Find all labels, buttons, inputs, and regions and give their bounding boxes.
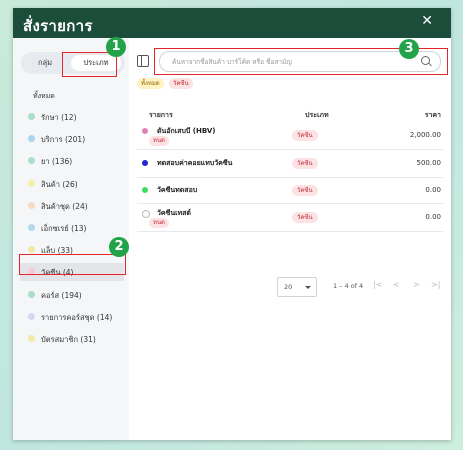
sidebar-category-item[interactable]: สินค้า (26) — [20, 175, 124, 193]
category-badge: วัคซีน — [292, 130, 318, 141]
col-header-price: ราคา — [424, 111, 441, 119]
item-color-dot — [142, 187, 148, 193]
sidebar-category-item[interactable]: เอ็กซเรย์ (13) — [20, 219, 124, 237]
category-badge: วัคซีน — [292, 212, 318, 223]
item-price: 500.00 — [416, 159, 442, 167]
all-categories-link[interactable]: ทั้งหมด — [33, 91, 55, 102]
category-color-dot — [28, 157, 35, 165]
item-price: 0.00 — [425, 213, 441, 221]
pagination: 20 1 – 4 of 4 |< < > >| — [129, 276, 451, 297]
page-range: 1 – 4 of 4 — [333, 282, 364, 290]
category-badge: วัคซีน — [292, 185, 318, 196]
category-label: รักษา (12) — [41, 113, 77, 122]
panel-toggle-icon[interactable] — [137, 55, 149, 67]
unit-badge: หนด — [149, 218, 169, 228]
item-color-dot — [142, 128, 148, 134]
annotation-badge-1: 1 — [106, 37, 126, 57]
category-color-dot — [28, 290, 35, 298]
chip-all[interactable]: ทั้งหมด — [137, 78, 164, 89]
sidebar-category-item[interactable]: บัตรสมาชิก (31) — [20, 330, 124, 348]
sidebar-category-item[interactable]: บริการ (201) — [20, 130, 124, 148]
sidebar-category-item[interactable]: คอร์ส (194) — [20, 286, 124, 304]
sidebar-category-item[interactable]: รายการคอร์สชุด (14) — [20, 308, 124, 326]
category-color-dot — [28, 246, 35, 254]
item-name: ทดสอบค่าคอยแทบวัคซีน — [157, 159, 233, 167]
table-row[interactable]: ดันอักเสบบี (HBV) หนด วัคซีน 2,000.00 — [137, 121, 443, 150]
category-label: สินค้าชุด (24) — [41, 201, 88, 211]
table-row[interactable]: วัคซีนทดสอบ วัคซีน 0.00 — [137, 177, 443, 204]
sidebar-category-item[interactable]: สินค้าชุด (24) — [20, 197, 124, 215]
annotation-badge-2: 2 — [109, 237, 129, 257]
category-color-dot — [28, 224, 35, 231]
page-size-value: 20 — [284, 283, 293, 291]
category-color-dot — [28, 312, 35, 320]
chip-filter[interactable]: วัคซีน — [169, 78, 193, 89]
item-color-dot — [142, 160, 148, 166]
annotation-box-1 — [62, 52, 117, 77]
first-page-button[interactable]: |< — [373, 280, 382, 289]
page-size-select[interactable]: 20 — [277, 277, 317, 297]
category-color-dot — [28, 113, 35, 120]
dialog-header: สั่งรายการ ✕ — [13, 8, 451, 38]
item-price: 2,000.00 — [409, 131, 441, 139]
category-color-dot — [28, 135, 35, 143]
next-page-button[interactable]: > — [413, 280, 420, 289]
category-color-dot — [28, 179, 35, 187]
table-row[interactable]: ทดสอบค่าคอยแทบวัคซีน วัคซีน 500.00 — [137, 149, 443, 178]
dialog-title: สั่งรายการ — [23, 17, 93, 35]
col-header-type: ประเภท — [305, 111, 329, 119]
prev-page-button[interactable]: < — [393, 280, 400, 289]
unit-badge: หนด — [149, 136, 169, 146]
category-label: รายการคอร์สชุด (14) — [41, 312, 113, 322]
category-label: บัตรสมาชิก (31) — [41, 335, 96, 344]
category-label: ยา (136) — [41, 157, 73, 167]
last-page-button[interactable]: >| — [431, 280, 440, 289]
toggle-group[interactable]: กลุ่ม — [25, 55, 65, 71]
main-content: ค้นหาจากชื่อสินค้า บาร์โค้ด หรือ ชื่อสาม… — [129, 38, 451, 440]
table-row[interactable]: วัคซีนเทสต์ หนด วัคซีน 0.00 — [137, 203, 443, 232]
category-label: บริการ (201) — [41, 135, 86, 145]
item-name: วัคซีนทดสอบ — [157, 186, 198, 194]
item-color-dot — [142, 210, 150, 218]
category-label: สินค้า (26) — [41, 179, 78, 189]
chevron-down-icon — [305, 286, 311, 289]
annotation-box-2 — [19, 254, 126, 275]
category-label: เอ็กซเรย์ (13) — [41, 224, 87, 233]
category-label: คอร์ส (194) — [41, 290, 82, 300]
sidebar-category-item[interactable]: ยา (136) — [20, 152, 124, 170]
sidebar-category-item[interactable]: รักษา (12) — [20, 108, 124, 126]
col-header-item: รายการ — [149, 111, 173, 119]
annotation-badge-3: 3 — [399, 39, 419, 59]
item-price: 0.00 — [425, 186, 441, 194]
category-color-dot — [28, 201, 35, 209]
category-badge: วัคซีน — [292, 158, 318, 169]
category-color-dot — [28, 335, 35, 342]
close-icon[interactable]: ✕ — [421, 13, 433, 29]
